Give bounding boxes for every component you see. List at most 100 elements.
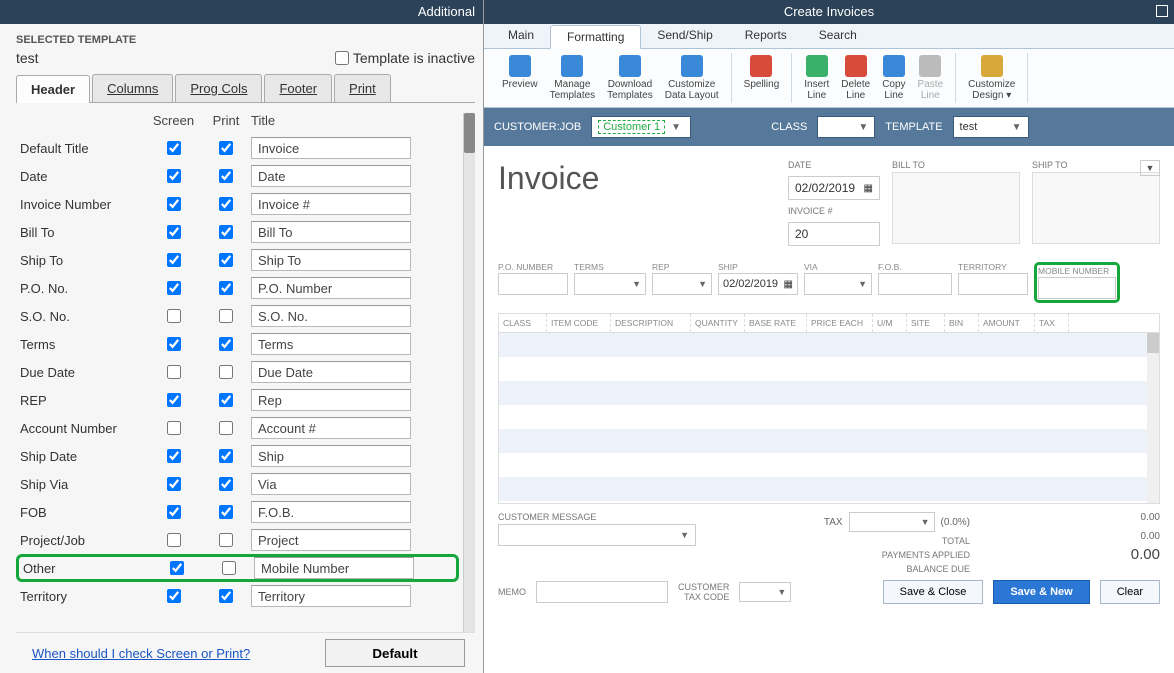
title-input[interactable] [251, 389, 411, 411]
grid-col-amount[interactable]: AMOUNT [979, 314, 1035, 332]
grid-col-u/m[interactable]: U/M [873, 314, 907, 332]
title-input[interactable] [251, 249, 411, 271]
title-input[interactable] [251, 333, 411, 355]
template-dropdown[interactable]: test▼ [953, 116, 1029, 138]
field-input[interactable]: ▼ [804, 273, 872, 295]
title-input[interactable] [251, 585, 411, 607]
save-close-button[interactable]: Save & Close [883, 580, 984, 604]
print-checkbox[interactable] [219, 393, 233, 407]
spelling-button[interactable]: Spelling [738, 53, 786, 103]
ribbon-tab-formatting[interactable]: Formatting [550, 25, 641, 49]
screen-checkbox[interactable] [167, 281, 181, 295]
download-button[interactable]: DownloadTemplates [601, 53, 659, 103]
screen-checkbox[interactable] [167, 533, 181, 547]
clear-button[interactable]: Clear [1100, 580, 1160, 604]
inactive-checkbox-input[interactable] [335, 51, 349, 65]
grid-scrollbar[interactable] [1147, 333, 1159, 503]
ship-to-dropdown-icon[interactable]: ▼ [1140, 160, 1160, 176]
grid-col-bin[interactable]: BIN [945, 314, 979, 332]
line-items-grid[interactable] [499, 333, 1159, 503]
title-input[interactable] [251, 361, 411, 383]
title-input[interactable] [251, 193, 411, 215]
field-input[interactable] [498, 273, 568, 295]
class-dropdown[interactable]: ▼ [817, 116, 875, 138]
tab-footer[interactable]: Footer [264, 74, 332, 102]
date-input[interactable]: 02/02/2019▦ [788, 176, 880, 200]
field-input[interactable] [1038, 277, 1116, 299]
customer-message-dropdown[interactable]: ▼ [498, 524, 696, 546]
preview-button[interactable]: Preview [496, 53, 544, 103]
memo-input[interactable] [536, 581, 668, 603]
screen-checkbox[interactable] [167, 449, 181, 463]
ribbon-tab-search[interactable]: Search [803, 24, 873, 48]
ribbon-tab-sendship[interactable]: Send/Ship [641, 24, 728, 48]
field-input[interactable] [958, 273, 1028, 295]
print-checkbox[interactable] [219, 309, 233, 323]
screen-checkbox[interactable] [167, 197, 181, 211]
field-input[interactable]: 02/02/2019▦ [718, 273, 798, 295]
print-checkbox[interactable] [219, 505, 233, 519]
print-checkbox[interactable] [219, 589, 233, 603]
print-checkbox[interactable] [219, 477, 233, 491]
invoice-num-input[interactable]: 20 [788, 222, 880, 246]
layout-button[interactable]: CustomizeData Layout [659, 53, 725, 103]
grid-col-site[interactable]: SITE [907, 314, 945, 332]
field-input[interactable]: ▼ [574, 273, 646, 295]
screen-checkbox[interactable] [170, 561, 184, 575]
tab-prog-cols[interactable]: Prog Cols [175, 74, 262, 102]
print-checkbox[interactable] [219, 197, 233, 211]
tab-columns[interactable]: Columns [92, 74, 173, 102]
screen-checkbox[interactable] [167, 589, 181, 603]
ribbon-tab-main[interactable]: Main [492, 24, 550, 48]
bill-to-box[interactable] [892, 172, 1020, 244]
grid-col-description[interactable]: DESCRIPTION [611, 314, 691, 332]
design-button[interactable]: CustomizeDesign ▾ [962, 53, 1021, 103]
print-checkbox[interactable] [219, 169, 233, 183]
tax-dropdown[interactable]: ▼ [849, 512, 935, 532]
print-checkbox[interactable] [219, 365, 233, 379]
grid-col-item-code[interactable]: ITEM CODE [547, 314, 611, 332]
title-input[interactable] [251, 417, 411, 439]
template-inactive-checkbox[interactable]: Template is inactive [335, 50, 475, 66]
field-input[interactable]: ▼ [652, 273, 712, 295]
field-input[interactable] [878, 273, 952, 295]
copy-line-button[interactable]: CopyLine [876, 53, 911, 103]
title-input[interactable] [251, 473, 411, 495]
print-checkbox[interactable] [219, 281, 233, 295]
tab-header[interactable]: Header [16, 75, 90, 103]
title-input[interactable] [251, 305, 411, 327]
screen-checkbox[interactable] [167, 505, 181, 519]
screen-checkbox[interactable] [167, 141, 181, 155]
print-checkbox[interactable] [219, 141, 233, 155]
print-checkbox[interactable] [219, 449, 233, 463]
default-button[interactable]: Default [325, 639, 465, 667]
title-input[interactable] [251, 221, 411, 243]
ribbon-tab-reports[interactable]: Reports [729, 24, 803, 48]
title-input[interactable] [254, 557, 414, 579]
ship-to-box[interactable] [1032, 172, 1160, 244]
screen-checkbox[interactable] [167, 365, 181, 379]
maximize-icon[interactable] [1156, 5, 1168, 17]
title-input[interactable] [251, 137, 411, 159]
help-link[interactable]: When should I check Screen or Print? [32, 646, 250, 661]
customer-tax-code-dropdown[interactable]: ▼ [739, 582, 791, 602]
grid-col-price-each[interactable]: PRICE EACH [807, 314, 873, 332]
customer-job-dropdown[interactable]: Customer 1▼ [591, 116, 691, 138]
grid-col-class[interactable]: CLASS [499, 314, 547, 332]
screen-checkbox[interactable] [167, 477, 181, 491]
screen-checkbox[interactable] [167, 225, 181, 239]
title-input[interactable] [251, 445, 411, 467]
title-input[interactable] [251, 165, 411, 187]
screen-checkbox[interactable] [167, 337, 181, 351]
print-checkbox[interactable] [219, 225, 233, 239]
left-scrollbar[interactable] [463, 113, 475, 632]
print-checkbox[interactable] [222, 561, 236, 575]
print-checkbox[interactable] [219, 253, 233, 267]
tab-print[interactable]: Print [334, 74, 391, 102]
screen-checkbox[interactable] [167, 421, 181, 435]
delete-line-button[interactable]: DeleteLine [835, 53, 876, 103]
manage-button[interactable]: ManageTemplates [544, 53, 602, 103]
save-new-button[interactable]: Save & New [993, 580, 1089, 604]
grid-col-tax[interactable]: TAX [1035, 314, 1069, 332]
title-input[interactable] [251, 501, 411, 523]
